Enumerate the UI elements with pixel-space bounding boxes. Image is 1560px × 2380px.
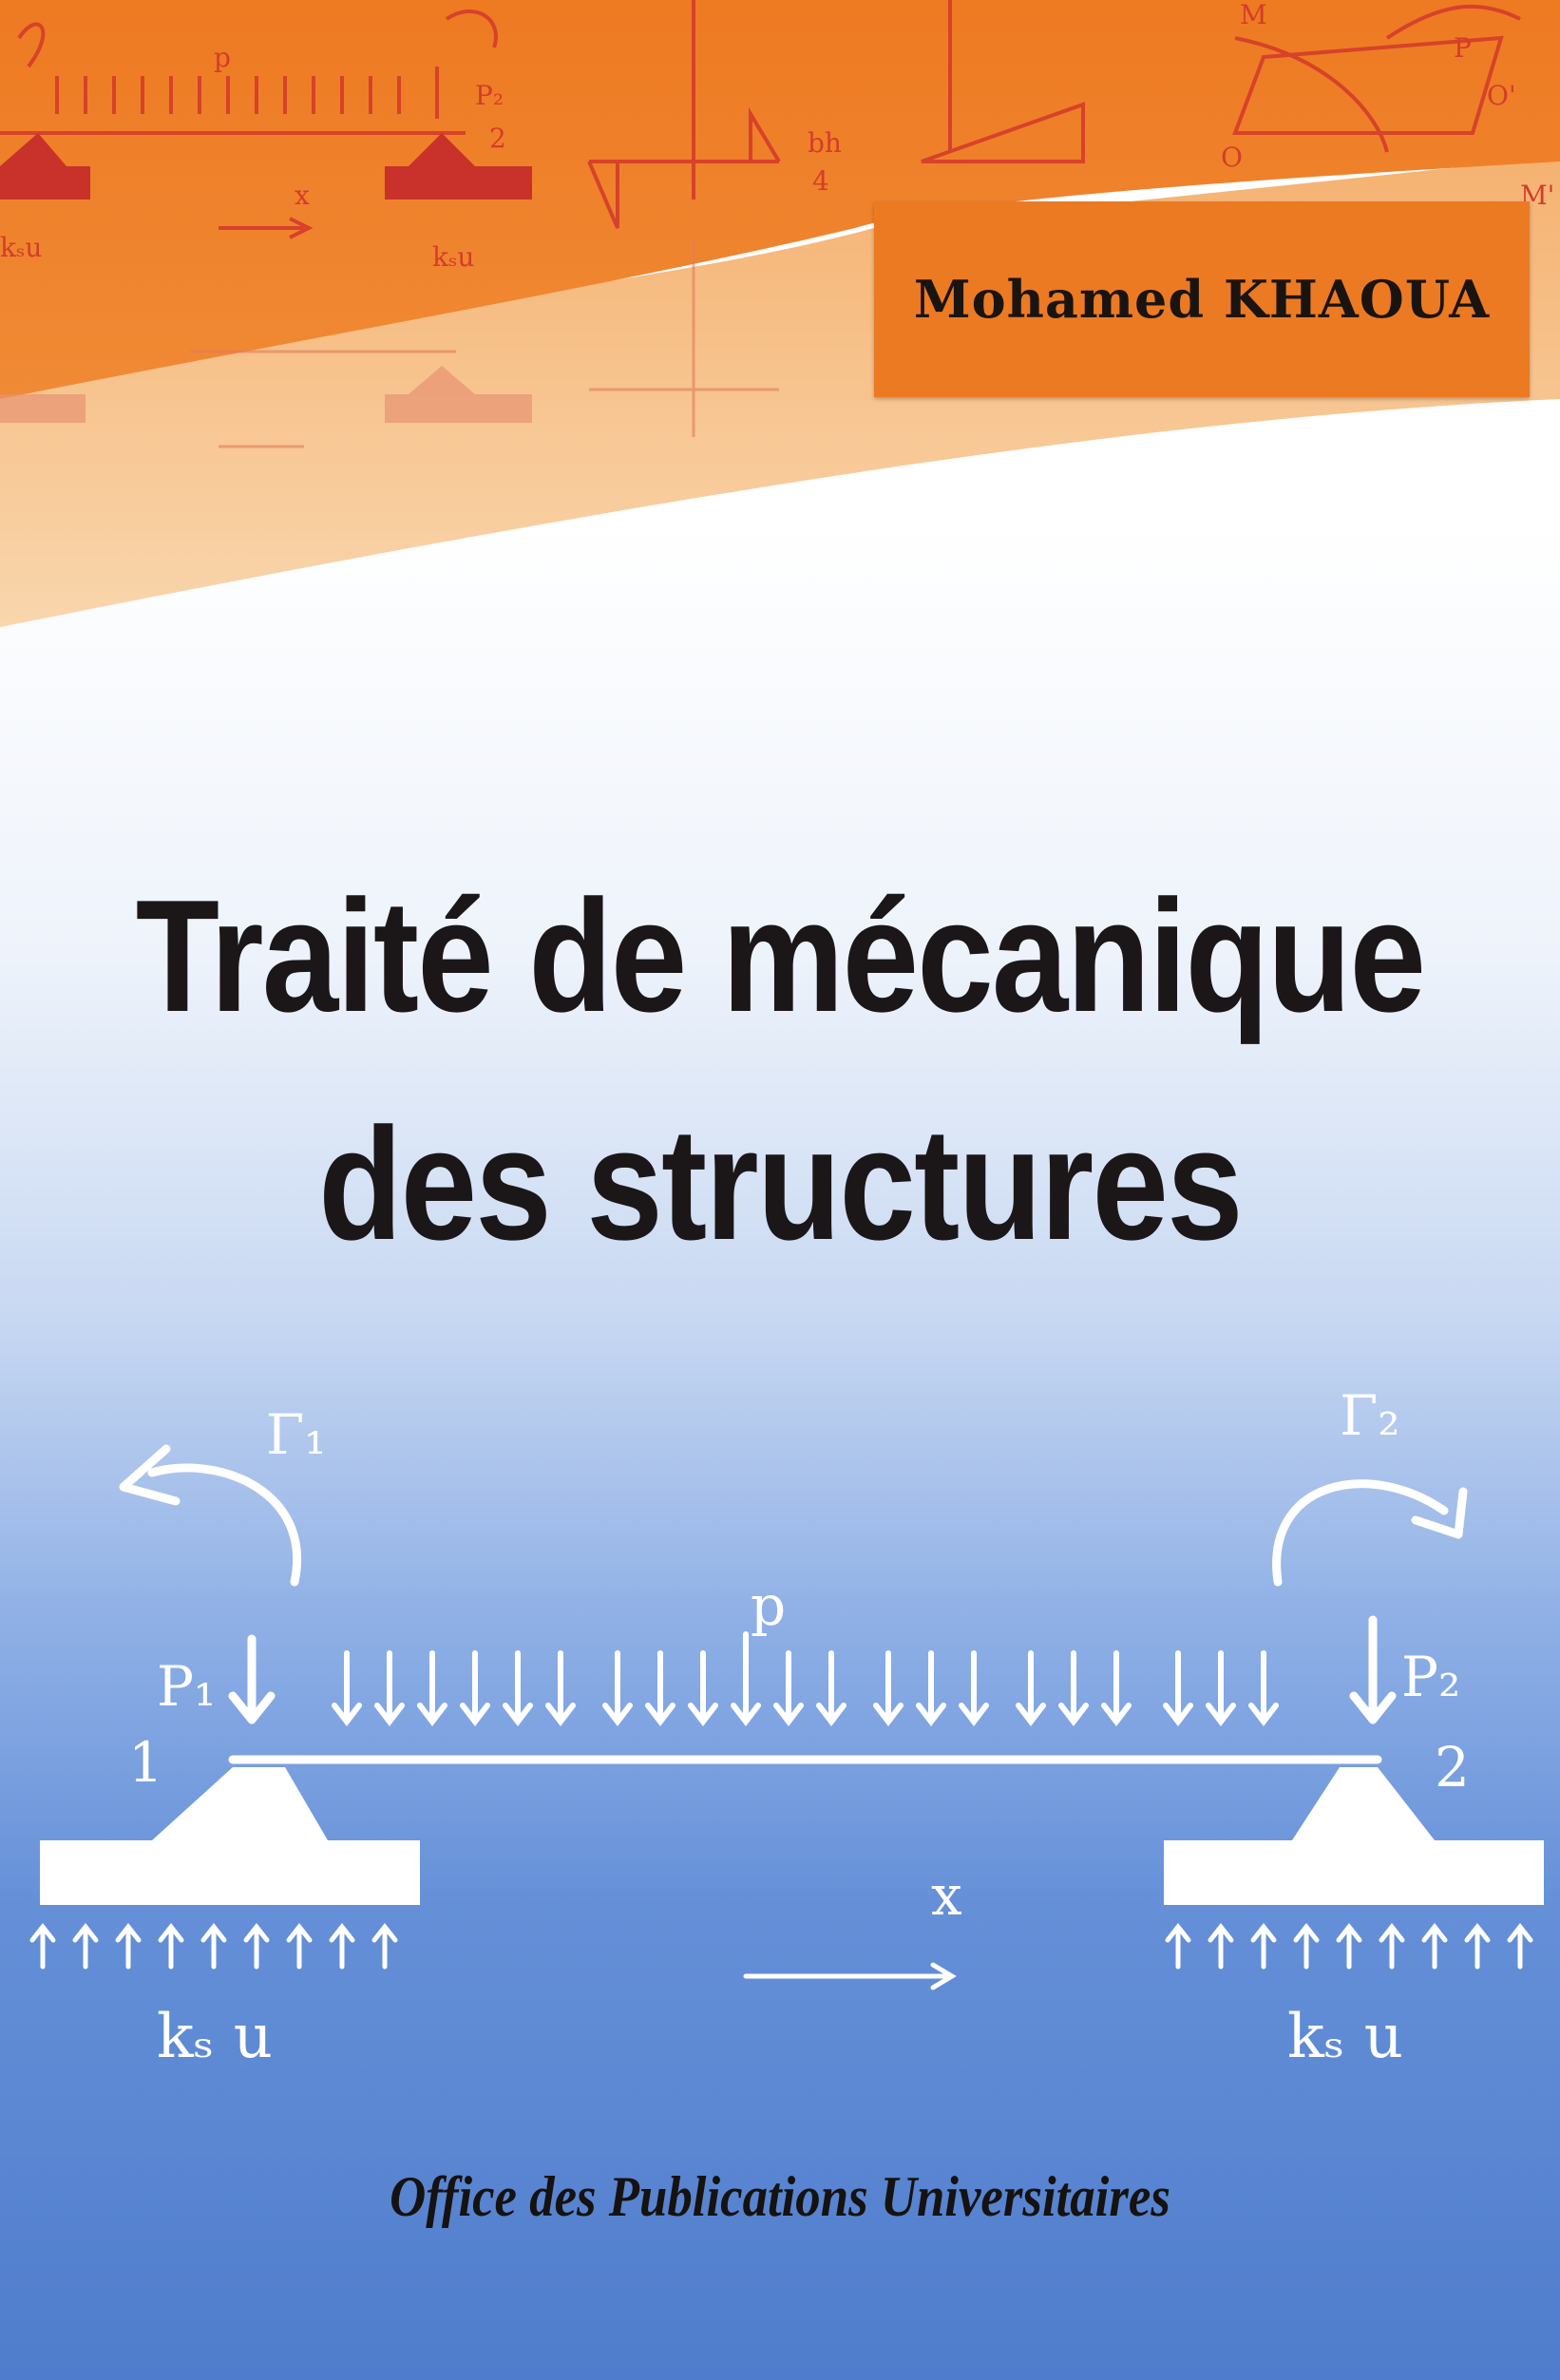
moment-arrow-left bbox=[147, 1463, 301, 1587]
label-p1: P₁ bbox=[157, 1654, 216, 1719]
header-label-p: p bbox=[214, 42, 231, 73]
label-p: p bbox=[751, 1573, 786, 1638]
header-label-p2: P₂ bbox=[475, 80, 504, 111]
label-node1: 1 bbox=[128, 1730, 163, 1795]
header-label-ksu-right: kₛu bbox=[432, 241, 474, 273]
header-label-bh: bh bbox=[808, 127, 842, 159]
header-label-node2: 2 bbox=[489, 123, 506, 154]
book-title-line-1: Traité de mécanique bbox=[135, 866, 1426, 1045]
label-node2: 2 bbox=[1435, 1735, 1470, 1799]
author-box: Mohamed KHAOUA bbox=[874, 201, 1530, 397]
header-label-four: 4 bbox=[812, 165, 829, 197]
header-label-x: x bbox=[295, 180, 310, 211]
book-cover: p P₂ 2 x kₛu kₛu bh 4 M P O' O M' Mohame… bbox=[0, 0, 1560, 2380]
label-gamma1: Γ₁ bbox=[266, 1402, 327, 1467]
header-label-m: M bbox=[1240, 0, 1267, 30]
label-ksu-left: kₛ u bbox=[157, 2002, 273, 2072]
label-x: x bbox=[931, 1863, 962, 1928]
header-label-ksu-left: kₛu bbox=[0, 232, 42, 263]
book-title-line-2: des structures bbox=[318, 1095, 1243, 1273]
header-label-p-diagram: P bbox=[1454, 32, 1472, 64]
label-ksu-right: kₛ u bbox=[1287, 2002, 1403, 2072]
label-p2: P₂ bbox=[1401, 1645, 1460, 1709]
header-label-o: O bbox=[1221, 142, 1243, 173]
beam-diagram: Γ₁ Γ₂ p P₁ P₂ 1 2 x kₛ u kₛ u bbox=[29, 1383, 1544, 2072]
header-label-o-prime: O' bbox=[1487, 80, 1516, 111]
support-left bbox=[40, 1840, 420, 1905]
support-right bbox=[1164, 1840, 1544, 1905]
label-gamma2: Γ₂ bbox=[1340, 1383, 1400, 1448]
publisher-name: Office des Publications Universitaires bbox=[390, 2165, 1170, 2228]
author-name: Mohamed KHAOUA bbox=[913, 269, 1491, 330]
